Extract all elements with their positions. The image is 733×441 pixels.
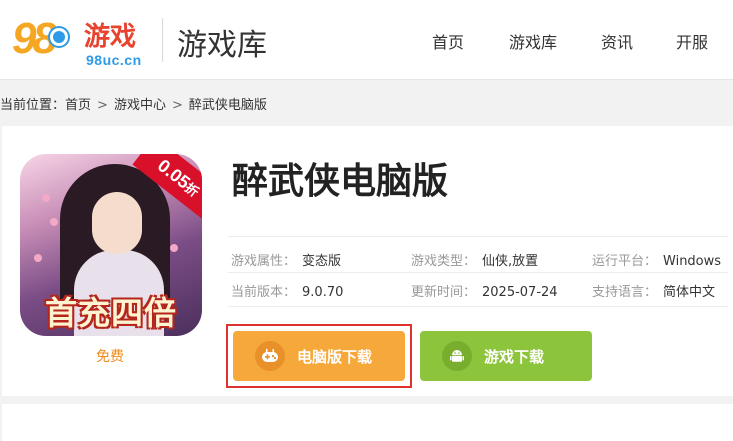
logo-domain: 98uc.cn <box>86 52 142 68</box>
meta-divider <box>228 306 728 307</box>
site-logo[interactable]: 98 游戏 98uc.cn <box>12 10 152 70</box>
section-title: 游戏库 <box>177 28 267 63</box>
meta-attribute: 游戏属性： 变态版 <box>231 254 342 269</box>
petal-icon <box>42 194 50 202</box>
next-section <box>2 404 733 441</box>
nav-servers[interactable]: 开服 <box>676 29 708 53</box>
logo-text: 游戏 <box>84 22 137 52</box>
meta-language: 支持语言： 简体中文 <box>592 285 716 300</box>
breadcrumb-separator: > <box>171 98 183 113</box>
price-label: 免费 <box>96 349 124 365</box>
icon-promo-text: 首充四倍 <box>44 294 177 332</box>
game-download-button[interactable]: 游戏下载 <box>420 331 592 381</box>
nav-game-library[interactable]: 游戏库 <box>509 29 557 53</box>
petal-icon <box>34 254 42 262</box>
icon-character-face <box>92 192 142 254</box>
gamepad-icon <box>255 341 285 371</box>
meta-updated: 更新时间： 2025-07-24 <box>411 285 558 300</box>
logo-number: 98 <box>12 14 57 63</box>
meta-divider <box>228 236 728 237</box>
breadcrumb: 当前位置：首页 > 游戏中心 > 醉武侠电脑版 <box>0 94 267 113</box>
meta-divider <box>228 272 728 273</box>
breadcrumb-home[interactable]: 首页 <box>65 98 91 113</box>
meta-version: 当前版本： 9.0.70 <box>231 285 344 300</box>
nav-home[interactable]: 首页 <box>432 29 464 53</box>
meta-platform: 运行平台： Windows <box>592 254 722 269</box>
logo-eye-icon <box>50 28 68 46</box>
petal-icon <box>50 218 58 226</box>
meta-genre: 游戏类型： 仙侠,放置 <box>411 254 539 269</box>
header-divider <box>162 18 163 62</box>
breadcrumb-prefix: 当前位置： <box>0 98 66 113</box>
pc-download-label: 电脑版下载 <box>297 347 373 366</box>
pc-download-button[interactable]: 电脑版下载 <box>233 331 405 381</box>
game-icon[interactable]: 0.05折 首充四倍 <box>20 154 202 336</box>
breadcrumb-separator: > <box>97 98 108 113</box>
game-title: 醉武侠电脑版 <box>232 161 449 202</box>
game-info-card: 0.05折 首充四倍 免费 醉武侠电脑版 游戏属性： 变态版 游戏类型： 仙侠,放置… <box>2 126 733 396</box>
petal-icon <box>170 244 178 252</box>
breadcrumb-current: 醉武侠电脑版 <box>188 98 267 113</box>
site-header: 98 游戏 98uc.cn 游戏库 首页 游戏库 资讯 开服 <box>0 0 733 80</box>
nav-news[interactable]: 资讯 <box>601 29 633 53</box>
game-download-label: 游戏下载 <box>484 347 545 366</box>
breadcrumb-game-center[interactable]: 游戏中心 <box>114 98 166 113</box>
android-icon <box>442 341 472 371</box>
